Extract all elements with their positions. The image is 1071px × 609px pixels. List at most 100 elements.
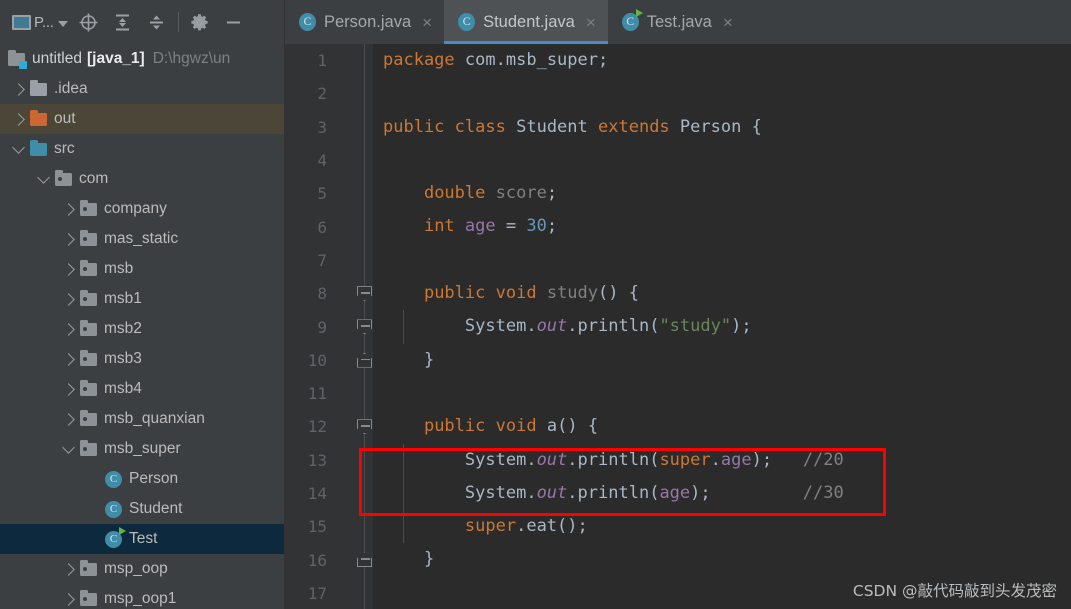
tree-item-test[interactable]: C Test [0,524,285,554]
tab-person-java[interactable]: C Person.java × [285,0,444,44]
tab-student-java[interactable]: C Student.java × [444,0,608,44]
close-icon[interactable]: × [723,14,733,31]
locate-target-icon[interactable] [72,7,106,37]
chevron-down-icon[interactable] [37,170,50,184]
code-line[interactable]: double score; [383,177,1071,210]
code-line[interactable]: System.out.println(super.age); //20 [383,444,1071,477]
code-line[interactable]: super.eat(); [383,510,1071,543]
gutter-line[interactable]: 5 [285,177,373,210]
code-line[interactable]: System.out.println("study"); [383,310,1071,343]
chevron-right-icon[interactable] [12,112,25,126]
close-icon[interactable]: × [586,14,596,31]
hide-panel-icon[interactable] [217,7,251,37]
tree-expander[interactable] [33,170,55,184]
tree-item-msb2[interactable]: msb2 [0,314,285,344]
gutter-line[interactable]: 15 [285,510,373,543]
tree-item-msb-super[interactable]: msb_super [0,434,285,464]
gutter-line[interactable]: 10 [285,344,373,377]
tree-expander[interactable] [58,382,80,396]
code-content[interactable]: package com.msb_super; public class Stud… [373,44,1071,609]
settings-gear-icon[interactable] [183,7,217,37]
code-line[interactable]: public void a() { [383,410,1071,443]
code-fold-open-icon[interactable] [357,286,372,302]
chevron-right-icon[interactable] [62,562,75,576]
chevron-right-icon[interactable] [62,412,75,426]
tree-root-row[interactable]: untitled [java_1] D:\hgwz\un [0,44,285,74]
code-fold-close-icon[interactable] [357,552,372,568]
code-editor[interactable]: 1 2 3 4 5 6 7 8 9 10 11 12 13 14 15 16 17 package com.ms… [285,44,1071,609]
gutter-line[interactable]: 7 [285,244,373,277]
expand-all-icon[interactable] [106,7,140,37]
gutter-line[interactable]: 2 [285,77,373,110]
gutter-line[interactable]: 8 [285,277,373,310]
gutter-line[interactable]: 13 [285,444,373,477]
code-line[interactable]: } [383,344,1071,377]
chevron-right-icon[interactable] [62,322,75,336]
gutter-line[interactable]: 3 [285,111,373,144]
tree-expander[interactable] [58,322,80,336]
tree-item-msb1[interactable]: msb1 [0,284,285,314]
chevron-right-icon[interactable] [12,82,25,96]
gutter-line[interactable]: 12 [285,410,373,443]
code-fold-close-icon[interactable] [357,352,372,368]
tree-item-student[interactable]: C Student [0,494,285,524]
project-view-selector[interactable]: P... [8,7,72,37]
tree-expander[interactable] [58,352,80,366]
tree-item-out[interactable]: out [0,104,285,134]
project-tree[interactable]: untitled [java_1] D:\hgwz\un .idea out src… [0,44,285,609]
tree-item-person[interactable]: C Person [0,464,285,494]
tree-expander[interactable] [58,202,80,216]
chevron-right-icon[interactable] [62,232,75,246]
code-line[interactable] [383,144,1071,177]
chevron-right-icon[interactable] [62,382,75,396]
tree-item-com[interactable]: com [0,164,285,194]
tree-item-msb-quanxian[interactable]: msb_quanxian [0,404,285,434]
tree-item-mas-static[interactable]: mas_static [0,224,285,254]
gutter-line[interactable]: 9 [285,310,373,343]
tab-test-java[interactable]: C Test.java × [608,0,745,44]
tree-item-company[interactable]: company [0,194,285,224]
editor-gutter[interactable]: 1 2 3 4 5 6 7 8 9 10 11 12 13 14 15 16 17 [285,44,373,609]
chevron-right-icon[interactable] [62,292,75,306]
tree-item-msp-oop[interactable]: msp_oop [0,554,285,584]
code-line[interactable]: int age = 30; [383,210,1071,243]
gutter-line[interactable]: 1 [285,44,373,77]
tree-expander[interactable] [58,592,80,606]
chevron-down-icon[interactable] [12,140,25,154]
tree-expander[interactable] [8,112,30,126]
code-line[interactable]: public class Student extends Person { [383,111,1071,144]
code-line[interactable]: package com.msb_super; [383,44,1071,77]
tree-item-msp-oop1[interactable]: msp_oop1 [0,584,285,609]
gutter-line[interactable]: 6 [285,210,373,243]
code-line[interactable]: } [383,543,1071,576]
tree-expander[interactable] [58,292,80,306]
code-line[interactable]: public void study() { [383,277,1071,310]
code-line[interactable] [383,244,1071,277]
tree-expander[interactable] [58,232,80,246]
tree-expander[interactable] [58,562,80,576]
gutter-line[interactable]: 14 [285,477,373,510]
chevron-right-icon[interactable] [62,592,75,606]
tree-item-src[interactable]: src [0,134,285,164]
code-line[interactable] [383,77,1071,110]
gutter-line[interactable]: 17 [285,577,373,609]
tree-expander[interactable] [58,262,80,276]
gutter-line[interactable]: 4 [285,144,373,177]
code-line[interactable] [383,377,1071,410]
tree-item--idea[interactable]: .idea [0,74,285,104]
gutter-line[interactable]: 16 [285,543,373,576]
chevron-right-icon[interactable] [62,202,75,216]
code-line[interactable]: System.out.println(age); //30 [383,477,1071,510]
tree-item-msb[interactable]: msb [0,254,285,284]
tree-expander[interactable] [58,412,80,426]
tree-item-msb4[interactable]: msb4 [0,374,285,404]
tree-item-msb3[interactable]: msb3 [0,344,285,374]
chevron-right-icon[interactable] [62,262,75,276]
chevron-right-icon[interactable] [62,352,75,366]
close-icon[interactable]: × [422,14,432,31]
code-fold-open-icon[interactable] [357,419,372,435]
tree-expander[interactable] [58,440,80,454]
collapse-all-icon[interactable] [140,7,174,37]
tree-expander[interactable] [8,140,30,154]
chevron-down-icon[interactable] [62,440,75,454]
